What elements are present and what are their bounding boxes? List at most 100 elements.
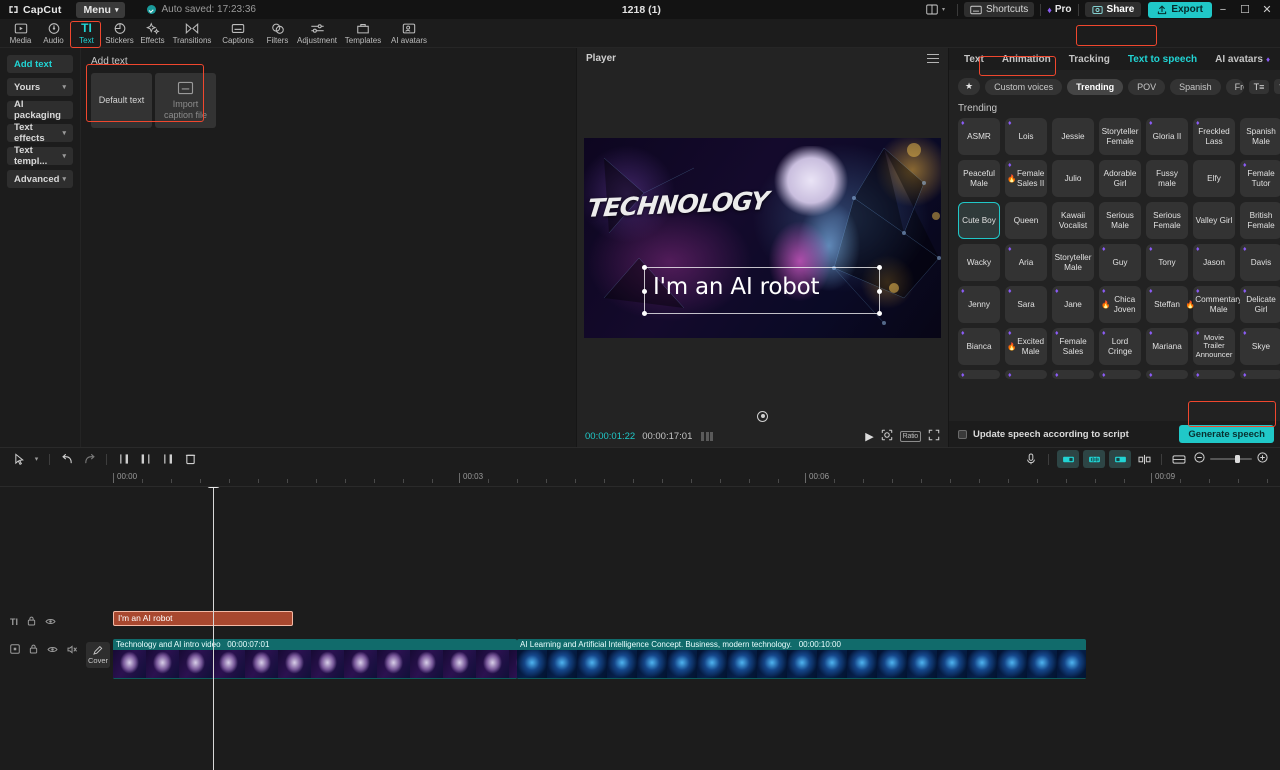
voice-item[interactable]: ♦ 🔥 Commentary Male bbox=[1186, 286, 1242, 323]
filter-trending[interactable]: Trending bbox=[1067, 78, 1124, 95]
voice-item[interactable]: Julio bbox=[1052, 160, 1094, 197]
caption-textbox[interactable]: I'm an AI robot bbox=[642, 264, 882, 316]
sidebar-item-yours[interactable]: Yours ▾ bbox=[7, 78, 73, 96]
toolbar-item-text[interactable]: TI Text bbox=[70, 21, 103, 45]
voice-item[interactable]: ♦ bbox=[1193, 370, 1235, 379]
tab-text[interactable]: Text bbox=[955, 51, 993, 68]
voice-item[interactable]: ♦ Lois bbox=[1005, 118, 1047, 155]
redo-icon[interactable] bbox=[78, 450, 100, 468]
toolbar-item-filters[interactable]: Filters bbox=[261, 22, 294, 45]
frame-step-icon[interactable] bbox=[701, 432, 714, 441]
toolbar-item-captions[interactable]: Captions bbox=[215, 22, 261, 45]
sidebar-item-text-effects[interactable]: Text effects ▾ bbox=[7, 122, 73, 144]
auto-sync-icon[interactable] bbox=[1109, 450, 1131, 468]
lock-icon[interactable] bbox=[27, 616, 36, 628]
playhead-handle[interactable] bbox=[207, 487, 220, 488]
voice-item[interactable]: ♦ 🔥 Female Sales II bbox=[1005, 160, 1047, 197]
more-filters-button[interactable]: ▾ bbox=[1274, 79, 1280, 94]
voice-item[interactable]: Valley Girl bbox=[1193, 202, 1235, 239]
voice-item[interactable]: ♦ Female Tutor bbox=[1240, 160, 1280, 197]
zoom-knob[interactable] bbox=[1235, 455, 1240, 463]
toolbar-item-templates[interactable]: Templates bbox=[340, 22, 386, 45]
voice-item[interactable]: ♦ Freckled Lass bbox=[1193, 118, 1235, 155]
player-menu-icon[interactable] bbox=[927, 53, 939, 64]
tab-tracking[interactable]: Tracking bbox=[1060, 51, 1119, 68]
filter-custom-voices[interactable]: Custom voices bbox=[985, 78, 1063, 95]
resize-handle[interactable] bbox=[877, 264, 882, 270]
update-speech-checkbox[interactable] bbox=[958, 429, 967, 439]
toolbar-item-transitions[interactable]: Transitions bbox=[169, 22, 215, 45]
import-caption-file-card[interactable]: Import caption file bbox=[155, 73, 216, 128]
auto-cut-icon[interactable] bbox=[1057, 450, 1079, 468]
voice-item[interactable]: ♦ Mariana bbox=[1146, 328, 1188, 365]
voice-item[interactable]: Storyteller Female bbox=[1099, 118, 1141, 155]
voice-item[interactable]: ♦ Bianca bbox=[958, 328, 1000, 365]
pro-button[interactable]: ♦ Pro bbox=[1047, 4, 1071, 15]
zoom-in-icon[interactable] bbox=[1257, 452, 1268, 466]
resize-handle[interactable] bbox=[877, 310, 882, 316]
timeline-video-clip-2[interactable]: AI Learning and Artificial Intelligence … bbox=[517, 639, 1086, 679]
voice-item[interactable]: Queen bbox=[1005, 202, 1047, 239]
generate-speech-button[interactable]: Generate speech bbox=[1179, 425, 1274, 443]
undo-icon[interactable] bbox=[56, 450, 78, 468]
default-text-card[interactable]: Default text bbox=[91, 73, 152, 128]
record-voiceover-icon[interactable] bbox=[1020, 450, 1042, 468]
trim-start-icon[interactable] bbox=[135, 450, 157, 468]
toolbar-item-audio[interactable]: Audio bbox=[37, 22, 70, 45]
close-button[interactable]: ✕ bbox=[1256, 0, 1278, 19]
resize-handle[interactable] bbox=[642, 310, 647, 316]
delete-icon[interactable] bbox=[179, 450, 201, 468]
cover-button[interactable]: Cover bbox=[86, 642, 110, 668]
timeline-ruler[interactable]: 00:00 00:03 00:06 00:09 bbox=[0, 470, 1280, 487]
mute-icon[interactable] bbox=[67, 644, 78, 656]
auto-captions-icon[interactable] bbox=[1083, 450, 1105, 468]
toolbar-item-ai-avatars[interactable]: AI avatars bbox=[386, 22, 432, 45]
zoom-track[interactable] bbox=[1210, 455, 1252, 463]
voice-item[interactable]: ♦ Jane bbox=[1052, 286, 1094, 323]
voice-item[interactable]: ♦ Jason bbox=[1193, 244, 1235, 281]
voice-item[interactable]: ♦ 🔥 Excited Male bbox=[1005, 328, 1047, 365]
voice-item[interactable]: ♦ Sara bbox=[1005, 286, 1047, 323]
timeline-text-clip[interactable]: I'm an AI robot bbox=[113, 611, 293, 626]
mirror-icon[interactable] bbox=[1133, 450, 1155, 468]
shortcuts-button[interactable]: Shortcuts bbox=[964, 2, 1035, 17]
voice-item[interactable]: ♦ Lord Cringe bbox=[1099, 328, 1141, 365]
eye-icon[interactable] bbox=[45, 617, 56, 628]
voice-item[interactable]: ♦ bbox=[1099, 370, 1141, 379]
voice-item[interactable]: ♦ Jenny bbox=[958, 286, 1000, 323]
sort-button[interactable]: T≡ bbox=[1248, 79, 1270, 94]
voice-item[interactable]: Wacky bbox=[958, 244, 1000, 281]
tab-animation[interactable]: Animation bbox=[993, 51, 1060, 68]
voice-item[interactable]: British Female bbox=[1240, 202, 1280, 239]
voice-item-selected[interactable]: Cute Boy bbox=[958, 202, 1000, 239]
voice-item[interactable]: Serious Female bbox=[1146, 202, 1188, 239]
select-tool-icon[interactable] bbox=[8, 450, 30, 468]
sidebar-item-ai-packaging[interactable]: AI packaging bbox=[7, 99, 73, 121]
voice-item[interactable]: ♦ bbox=[1052, 370, 1094, 379]
timeline-video-clip-1[interactable]: Technology and AI intro video 00:00:07:0… bbox=[113, 639, 517, 679]
rotate-handle[interactable] bbox=[577, 406, 948, 426]
layout-button[interactable]: ▾ bbox=[920, 2, 951, 17]
export-button[interactable]: Export bbox=[1148, 1, 1212, 18]
share-button[interactable]: Share bbox=[1084, 2, 1142, 17]
maximize-button[interactable]: ☐ bbox=[1234, 0, 1256, 19]
eye-icon[interactable] bbox=[47, 645, 58, 656]
toolbar-item-media[interactable]: Media bbox=[4, 22, 37, 45]
voice-item[interactable]: Fussy male bbox=[1146, 160, 1188, 197]
filter-spanish[interactable]: Spanish bbox=[1170, 78, 1221, 95]
zoom-slider[interactable] bbox=[1194, 452, 1268, 466]
voice-item[interactable]: ♦ Skye bbox=[1240, 328, 1280, 365]
lock-icon[interactable] bbox=[29, 644, 38, 656]
filter-french[interactable]: French bbox=[1225, 78, 1244, 95]
sidebar-item-advanced[interactable]: Advanced ▾ bbox=[7, 170, 73, 188]
toolbar-item-stickers[interactable]: Stickers bbox=[103, 22, 136, 45]
voice-item[interactable]: ♦ Gloria II bbox=[1146, 118, 1188, 155]
select-tool-dropdown-icon[interactable]: ▾ bbox=[30, 450, 43, 468]
tab-ai-avatars[interactable]: AI avatars ♦ bbox=[1206, 51, 1279, 68]
sidebar-item-add-text[interactable]: Add text bbox=[7, 55, 73, 73]
menu-button[interactable]: Menu ▾ bbox=[75, 1, 126, 18]
voice-item[interactable]: ♦ ASMR bbox=[958, 118, 1000, 155]
video-canvas[interactable]: TECHNOLOGY I'm an AI robot bbox=[584, 137, 941, 338]
voice-item[interactable]: ♦ Movie Trailer Announcer bbox=[1193, 328, 1235, 365]
voice-item[interactable]: Peaceful Male bbox=[958, 160, 1000, 197]
